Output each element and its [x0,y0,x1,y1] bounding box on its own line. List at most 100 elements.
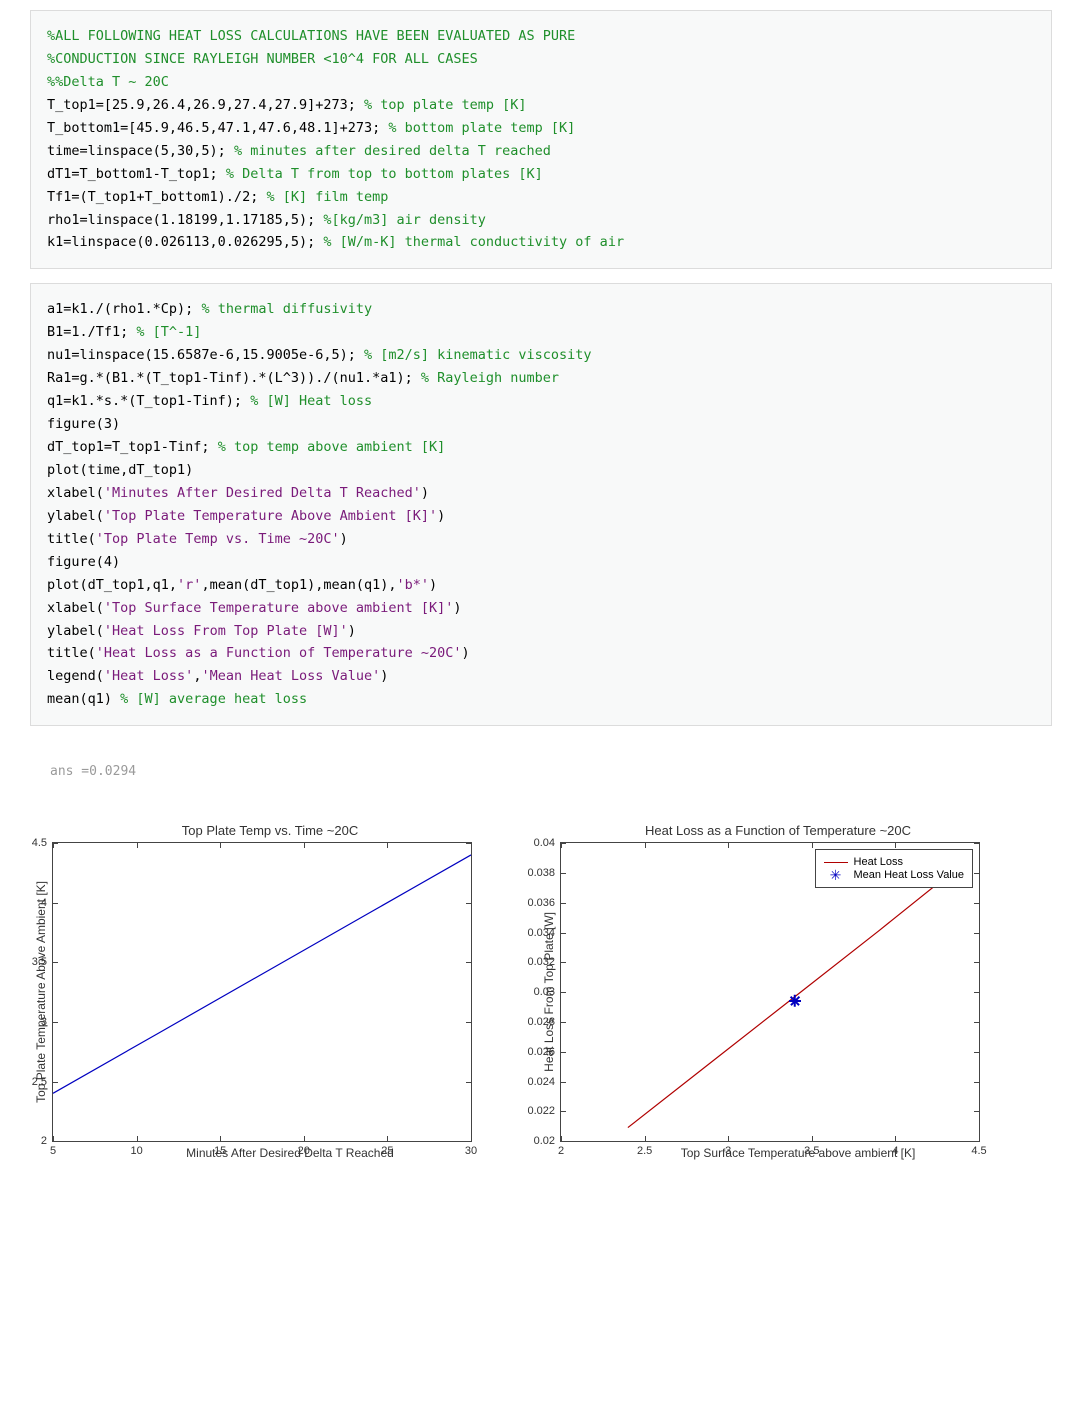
comment-text: % [W/m-K] thermal conductivity of air [323,234,624,250]
string-text: 'Heat Loss as a Function of Temperature … [96,645,462,661]
ytick-label: 0.028 [527,1016,555,1028]
ytick-label: 2 [41,1135,47,1147]
xtick-label: 30 [465,1145,477,1157]
ytick-mark [974,992,979,993]
code-text: B1=1./Tf1; [47,324,136,340]
code-line: T_top1=[25.9,26.4,26.9,27.4,27.9]+273; %… [47,94,1035,117]
xtick-mark [561,1136,562,1141]
code-text: T_bottom1=[45.9,46.5,47.1,47.6,48.1]+273… [47,120,388,136]
string-text: 'Mean Heat Loss Value' [201,668,380,684]
xtick-mark [137,1136,138,1141]
code-text: nu1=linspace(15.6587e-6,15.9005e-6,5); [47,347,364,363]
code-line: xlabel('Minutes After Desired Delta T Re… [47,482,1035,505]
plot-right-legend: Heat Loss ✳ Mean Heat Loss Value [815,849,973,888]
code-line: %%Delta T ~ 20C [47,71,1035,94]
code-line: dT_top1=T_top1-Tinf; % top temp above am… [47,436,1035,459]
code-text: T_top1=[25.9,26.4,26.9,27.4,27.9]+273; [47,97,364,113]
legend-mean: ✳ Mean Heat Loss Value [824,869,964,881]
plot-left-ylabel: Top Plate Temperature Above Ambient [K] [30,881,52,1103]
ytick-label: 0.03 [534,986,555,998]
code-block-1: %ALL FOLLOWING HEAT LOSS CALCULATIONS HA… [30,10,1052,269]
code-line: rho1=linspace(1.18199,1.17185,5); %[kg/m… [47,209,1035,232]
legend-heat-loss-label: Heat Loss [854,856,904,868]
code-line: B1=1./Tf1; % [T^-1] [47,321,1035,344]
legend-star-icon: ✳ [824,869,848,881]
xtick-mark-top [53,843,54,848]
string-text: 'Minutes After Desired Delta T Reached' [104,485,421,501]
xtick-mark-top [137,843,138,848]
comment-text: %[kg/m3] air density [323,212,486,228]
comment-text: % [T^-1] [136,324,201,340]
ytick-label: 3.5 [32,956,47,968]
code-text: ylabel( [47,508,104,524]
code-line: T_bottom1=[45.9,46.5,47.1,47.6,48.1]+273… [47,117,1035,140]
xtick-mark-top [812,843,813,848]
ytick-mark-left [561,1052,566,1053]
code-text: mean(q1) [47,691,120,707]
code-line: q1=k1.*s.*(T_top1-Tinf); % [W] Heat loss [47,390,1035,413]
ytick-label: 4 [41,897,47,909]
plot-left-axes: 22.533.544.551015202530 [52,842,472,1142]
comment-text: % Rayleigh number [421,370,559,386]
ytick-mark-left [53,1082,58,1083]
string-text: 'b*' [397,577,430,593]
ytick-mark [466,1082,471,1083]
string-text: 'Top Plate Temperature Above Ambient [K]… [104,508,437,524]
xtick-label: 5 [50,1145,56,1157]
xtick-mark [645,1136,646,1141]
comment-text: %CONDUCTION SINCE RAYLEIGH NUMBER <10^4 … [47,51,478,67]
code-text: k1=linspace(0.026113,0.026295,5); [47,234,323,250]
xtick-label: 4 [892,1145,898,1157]
comment-text: % top plate temp [K] [364,97,527,113]
ytick-mark-left [53,903,58,904]
code-line: title('Top Plate Temp vs. Time ~20C') [47,528,1035,551]
code-text: figure(4) [47,554,120,570]
xtick-label: 20 [298,1145,310,1157]
ytick-mark-left [561,992,566,993]
code-text: xlabel( [47,485,104,501]
xtick-mark [471,1136,472,1141]
code-text: plot(dT_top1,q1, [47,577,177,593]
code-text: ) [429,577,437,593]
code-line: Ra1=g.*(B1.*(T_top1-Tinf).*(L^3))./(nu1.… [47,367,1035,390]
ytick-label: 0.032 [527,956,555,968]
comment-text: % Delta T from top to bottom plates [K] [226,166,543,182]
plot-right-title: Heat Loss as a Function of Temperature ~… [538,823,1018,838]
code-text: legend( [47,668,104,684]
ytick-label: 0.034 [527,927,555,939]
code-text: rho1=linspace(1.18199,1.17185,5); [47,212,323,228]
ytick-mark-left [561,1111,566,1112]
ytick-mark [974,1141,979,1142]
code-text: xlabel( [47,600,104,616]
code-line: Tf1=(T_top1+T_bottom1)./2; % [K] film te… [47,186,1035,209]
code-line: figure(3) [47,413,1035,436]
ytick-mark [466,1022,471,1023]
ytick-mark-left [561,933,566,934]
xtick-mark [220,1136,221,1141]
xtick-label: 15 [214,1145,226,1157]
code-line: dT1=T_bottom1-T_top1; % Delta T from top… [47,163,1035,186]
xtick-mark [304,1136,305,1141]
ytick-mark-left [561,903,566,904]
comment-text: % [W] Heat loss [250,393,372,409]
xtick-mark-top [220,843,221,848]
xtick-mark [979,1136,980,1141]
code-text: ) [453,600,461,616]
ytick-label: 0.02 [534,1135,555,1147]
xtick-mark [728,1136,729,1141]
xtick-label: 10 [130,1145,142,1157]
plot-right-axes: Heat Loss ✳ Mean Heat Loss Value 0.020.0… [560,842,980,1142]
code-line: xlabel('Top Surface Temperature above am… [47,597,1035,620]
comment-text: % bottom plate temp [K] [388,120,575,136]
code-text: plot(time,dT_top1) [47,462,193,478]
code-text: ) [462,645,470,661]
ytick-mark [466,903,471,904]
ytick-mark [974,1052,979,1053]
code-line: legend('Heat Loss','Mean Heat Loss Value… [47,665,1035,688]
code-text: ) [421,485,429,501]
plot-left: Top Plate Temp vs. Time ~20C Top Plate T… [30,823,510,1160]
xtick-mark-top [895,843,896,848]
ytick-mark-left [53,1022,58,1023]
plots-row: Top Plate Temp vs. Time ~20C Top Plate T… [30,823,1052,1160]
code-text: ) [437,508,445,524]
